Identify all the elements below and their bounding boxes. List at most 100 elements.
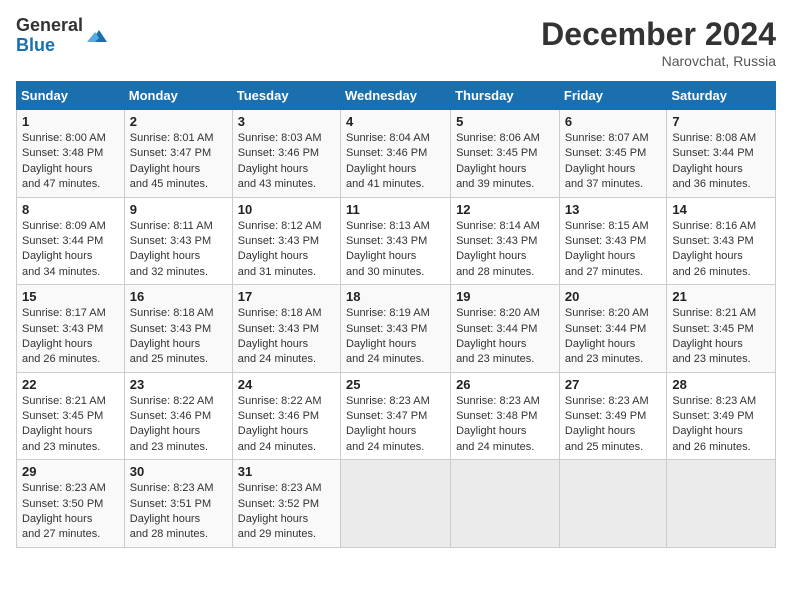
day-number: 2	[130, 114, 227, 129]
daylight-and-minutes: and 47 minutes.	[22, 178, 100, 190]
daylight-hours: Daylight hours	[22, 338, 92, 350]
sunset-time: Sunset: 3:43 PM	[130, 323, 211, 335]
sunrise-time: Sunrise: 8:18 AM	[238, 307, 322, 319]
daylight-and-minutes: and 24 minutes.	[346, 441, 424, 453]
sunrise-time: Sunrise: 8:23 AM	[22, 482, 106, 494]
day-number: 21	[672, 289, 770, 304]
day-info: Sunrise: 8:16 AMSunset: 3:43 PMDaylight …	[672, 219, 770, 281]
day-info: Sunrise: 8:08 AMSunset: 3:44 PMDaylight …	[672, 131, 770, 193]
day-info: Sunrise: 8:11 AM Sunset: 3:43 PM Daylight …	[130, 219, 227, 281]
daylight-and-minutes: and 37 minutes.	[565, 178, 643, 190]
day-info: Sunrise: 8:03 AMSunset: 3:46 PMDaylight …	[238, 131, 335, 193]
daylight-hours: Daylight hours	[130, 250, 200, 262]
sunrise-time: Sunrise: 8:23 AM	[346, 395, 430, 407]
daylight-hours: Daylight hours	[22, 163, 92, 175]
sunset-time: Sunset: 3:43 PM	[238, 323, 319, 335]
daylight-hours: Daylight hours	[672, 250, 742, 262]
daylight-hours: Daylight hours	[456, 425, 526, 437]
header-row: Sunday Monday Tuesday Wednesday Thursday…	[17, 82, 776, 110]
sunset-time: Sunset: 3:48 PM	[22, 147, 103, 159]
day-number: 5	[456, 114, 554, 129]
sunrise-time: Sunrise: 8:11 AM	[130, 220, 213, 232]
logo-icon	[85, 24, 109, 48]
daylight-hours: Daylight hours	[672, 163, 742, 175]
daylight-hours: Daylight hours	[346, 163, 416, 175]
sunset-time: Sunset: 3:49 PM	[672, 410, 753, 422]
logo-general: General	[16, 16, 83, 36]
sunset-time: Sunset: 3:43 PM	[130, 235, 211, 247]
day-info: Sunrise: 8:23 AMSunset: 3:47 PMDaylight …	[346, 394, 445, 456]
day-info: Sunrise: 8:06 AMSunset: 3:45 PMDaylight …	[456, 131, 554, 193]
sunset-time: Sunset: 3:44 PM	[672, 147, 753, 159]
sunrise-time: Sunrise: 8:18 AM	[130, 307, 214, 319]
calendar-week-row: 8Sunrise: 8:09 AMSunset: 3:44 PMDaylight…	[17, 197, 776, 285]
calendar-cell: 27Sunrise: 8:23 AMSunset: 3:49 PMDayligh…	[559, 372, 666, 460]
daylight-and-minutes: and 23 minutes.	[672, 353, 750, 365]
calendar-cell: 3Sunrise: 8:03 AMSunset: 3:46 PMDaylight…	[232, 110, 340, 198]
daylight-hours: Daylight hours	[456, 250, 526, 262]
daylight-and-minutes: and 23 minutes.	[130, 441, 208, 453]
calendar-cell: 13Sunrise: 8:15 AMSunset: 3:43 PMDayligh…	[559, 197, 666, 285]
sunrise-time: Sunrise: 8:20 AM	[565, 307, 649, 319]
sunset-time: Sunset: 3:44 PM	[22, 235, 103, 247]
sunset-time: Sunset: 3:45 PM	[565, 147, 646, 159]
sunset-time: Sunset: 3:44 PM	[456, 323, 537, 335]
sunset-time: Sunset: 3:44 PM	[565, 323, 646, 335]
sunset-time: Sunset: 3:43 PM	[565, 235, 646, 247]
day-info: Sunrise: 8:21 AMSunset: 3:45 PMDaylight …	[672, 306, 770, 368]
day-number: 12	[456, 202, 554, 217]
daylight-hours: Daylight hours	[130, 163, 200, 175]
day-info: Sunrise: 8:04 AMSunset: 3:46 PMDaylight …	[346, 131, 445, 193]
sunrise-time: Sunrise: 8:22 AM	[130, 395, 214, 407]
calendar-cell: 9Sunrise: 8:11 AMSunset: 3:43 PMDaylight…	[124, 197, 232, 285]
day-number: 17	[238, 289, 335, 304]
calendar-cell: 14Sunrise: 8:16 AMSunset: 3:43 PMDayligh…	[667, 197, 776, 285]
sunset-time: Sunset: 3:47 PM	[346, 410, 427, 422]
month-title: December 2024	[541, 16, 776, 53]
sunrise-time: Sunrise: 8:21 AM	[22, 395, 106, 407]
day-number: 29	[22, 464, 119, 479]
calendar-cell: 17Sunrise: 8:18 AMSunset: 3:43 PMDayligh…	[232, 285, 340, 373]
calendar-week-row: 29Sunrise: 8:23 AMSunset: 3:50 PMDayligh…	[17, 460, 776, 548]
logo-blue: Blue	[16, 36, 83, 56]
daylight-and-minutes: and 39 minutes.	[456, 178, 534, 190]
calendar-cell	[559, 460, 666, 548]
sunrise-time: Sunrise: 8:23 AM	[238, 482, 322, 494]
sunrise-time: Sunrise: 8:16 AM	[672, 220, 756, 232]
sunrise-time: Sunrise: 8:19 AM	[346, 307, 430, 319]
day-info: Sunrise: 8:23 AMSunset: 3:50 PMDaylight …	[22, 481, 119, 543]
sunset-time: Sunset: 3:50 PM	[22, 498, 103, 510]
calendar-week-row: 1Sunrise: 8:00 AMSunset: 3:48 PMDaylight…	[17, 110, 776, 198]
sunset-time: Sunset: 3:46 PM	[130, 410, 211, 422]
day-info: Sunrise: 8:23 AMSunset: 3:49 PMDaylight …	[672, 394, 770, 456]
sunrise-time: Sunrise: 8:23 AM	[130, 482, 214, 494]
sunset-time: Sunset: 3:46 PM	[346, 147, 427, 159]
day-number: 23	[130, 377, 227, 392]
sunrise-time: Sunrise: 8:03 AM	[238, 132, 322, 144]
calendar-cell: 7Sunrise: 8:08 AMSunset: 3:44 PMDaylight…	[667, 110, 776, 198]
header-tuesday: Tuesday	[232, 82, 340, 110]
calendar-cell	[340, 460, 450, 548]
calendar-cell: 25Sunrise: 8:23 AMSunset: 3:47 PMDayligh…	[340, 372, 450, 460]
day-info: Sunrise: 8:07 AMSunset: 3:45 PMDaylight …	[565, 131, 661, 193]
title-area: December 2024 Narovchat, Russia	[541, 16, 776, 69]
logo: General Blue	[16, 16, 109, 56]
header-saturday: Saturday	[667, 82, 776, 110]
sunrise-time: Sunrise: 8:12 AM	[238, 220, 322, 232]
sunrise-time: Sunrise: 8:01 AM	[130, 132, 214, 144]
sunrise-time: Sunrise: 8:07 AM	[565, 132, 649, 144]
sunrise-time: Sunrise: 8:00 AM	[22, 132, 106, 144]
daylight-and-minutes: and 34 minutes.	[22, 266, 100, 278]
daylight-and-minutes: and 26 minutes.	[22, 353, 100, 365]
calendar-cell: 22Sunrise: 8:21 AMSunset: 3:45 PMDayligh…	[17, 372, 125, 460]
day-info: Sunrise: 8:01 AMSunset: 3:47 PMDaylight …	[130, 131, 227, 193]
day-number: 19	[456, 289, 554, 304]
day-info: Sunrise: 8:20 AMSunset: 3:44 PMDaylight …	[456, 306, 554, 368]
day-info: Sunrise: 8:22 AMSunset: 3:46 PMDaylight …	[238, 394, 335, 456]
daylight-and-minutes: and 28 minutes.	[456, 266, 534, 278]
daylight-and-minutes: and 43 minutes.	[238, 178, 316, 190]
daylight-hours: Daylight hours	[456, 163, 526, 175]
day-number: 22	[22, 377, 119, 392]
daylight-hours: Daylight hours	[565, 250, 635, 262]
daylight-and-minutes: and 30 minutes.	[346, 266, 424, 278]
